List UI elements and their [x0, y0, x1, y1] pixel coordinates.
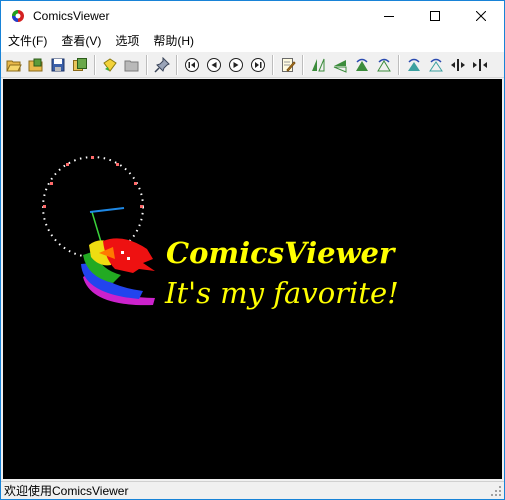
- next-page-icon: [229, 57, 243, 72]
- maximize-button[interactable]: [412, 1, 458, 31]
- menu-help[interactable]: 帮助(H): [146, 31, 201, 52]
- rainbow-comet-graphic: [81, 238, 155, 306]
- fit-width-icon: [451, 58, 465, 71]
- edit-icon: [282, 57, 296, 72]
- mirror-right-button[interactable]: [425, 54, 447, 76]
- last-page-button[interactable]: [247, 54, 269, 76]
- flip-left-icon: [356, 58, 368, 71]
- menu-view[interactable]: 查看(V): [54, 31, 108, 52]
- toolbar-separator: [272, 54, 274, 75]
- splash-title: ComicsViewer: [166, 236, 397, 270]
- splash-logo: ComicsViewer It's my favorite!: [42, 156, 399, 310]
- toolbar-separator: [94, 54, 96, 75]
- open-folder-button[interactable]: [3, 54, 25, 76]
- toolbar-separator: [302, 54, 304, 75]
- previous-page-icon: [207, 57, 221, 72]
- minimize-button[interactable]: [366, 1, 412, 31]
- toolbar-separator: [176, 54, 178, 75]
- window-title: ComicsViewer: [33, 9, 110, 23]
- menu-options[interactable]: 选项: [108, 31, 146, 52]
- flip-left-button[interactable]: [351, 54, 373, 76]
- splash-slogan: It's my favorite!: [164, 276, 399, 310]
- fit-height-button[interactable]: [469, 54, 491, 76]
- flip-right-button[interactable]: [373, 54, 395, 76]
- first-page-button[interactable]: [181, 54, 203, 76]
- pin-icon: [154, 56, 170, 73]
- mirror-right-icon: [429, 58, 443, 71]
- app-window: ComicsViewer 文件(F) 查看(V) 选项 帮助(H) Comics…: [0, 0, 505, 500]
- pin-button[interactable]: [151, 54, 173, 76]
- open-folder-icon: [6, 60, 22, 71]
- toolbar: [1, 52, 504, 78]
- first-page-icon: [185, 57, 199, 72]
- add-bookmark-icon: [103, 57, 117, 72]
- close-icon: [476, 11, 486, 21]
- minimize-icon: [384, 16, 394, 17]
- rotate-right-button[interactable]: [329, 54, 351, 76]
- mirror-left-icon: [408, 58, 420, 71]
- toolbar-separator: [146, 54, 148, 75]
- copy-icon: [73, 57, 87, 71]
- bookmark-folder-button[interactable]: [121, 54, 143, 76]
- window-controls: [366, 1, 504, 31]
- save-button[interactable]: [47, 54, 69, 76]
- toolbar-separator: [398, 54, 400, 75]
- open-archive-button[interactable]: [25, 54, 47, 76]
- fit-width-button[interactable]: [447, 54, 469, 76]
- rotate-right-icon: [333, 59, 347, 73]
- next-page-button[interactable]: [225, 54, 247, 76]
- status-text: 欢迎使用ComicsViewer: [4, 484, 129, 498]
- clock-hour-hand: [91, 211, 102, 243]
- flip-right-icon: [377, 58, 391, 71]
- clock-minute-hand: [89, 207, 125, 213]
- title-bar[interactable]: ComicsViewer: [1, 1, 504, 31]
- previous-page-button[interactable]: [203, 54, 225, 76]
- add-bookmark-button[interactable]: [99, 54, 121, 76]
- save-icon: [51, 58, 65, 71]
- fit-height-icon: [473, 58, 487, 71]
- status-bar: 欢迎使用ComicsViewer: [1, 481, 504, 499]
- open-archive-icon: [28, 58, 43, 71]
- close-button[interactable]: [458, 1, 504, 31]
- app-logo-icon: [12, 10, 24, 22]
- image-view[interactable]: ComicsViewer It's my favorite!: [3, 79, 502, 479]
- maximize-icon: [430, 11, 440, 21]
- rotate-left-button[interactable]: [307, 54, 329, 76]
- edit-button[interactable]: [277, 54, 299, 76]
- resize-grip-icon[interactable]: [490, 485, 502, 497]
- mirror-left-button[interactable]: [403, 54, 425, 76]
- menu-file[interactable]: 文件(F): [1, 31, 54, 52]
- bookmark-folder-icon: [124, 60, 139, 71]
- copy-button[interactable]: [69, 54, 91, 76]
- menu-bar: 文件(F) 查看(V) 选项 帮助(H): [1, 31, 504, 52]
- rotate-left-icon: [312, 58, 325, 71]
- last-page-icon: [251, 57, 265, 72]
